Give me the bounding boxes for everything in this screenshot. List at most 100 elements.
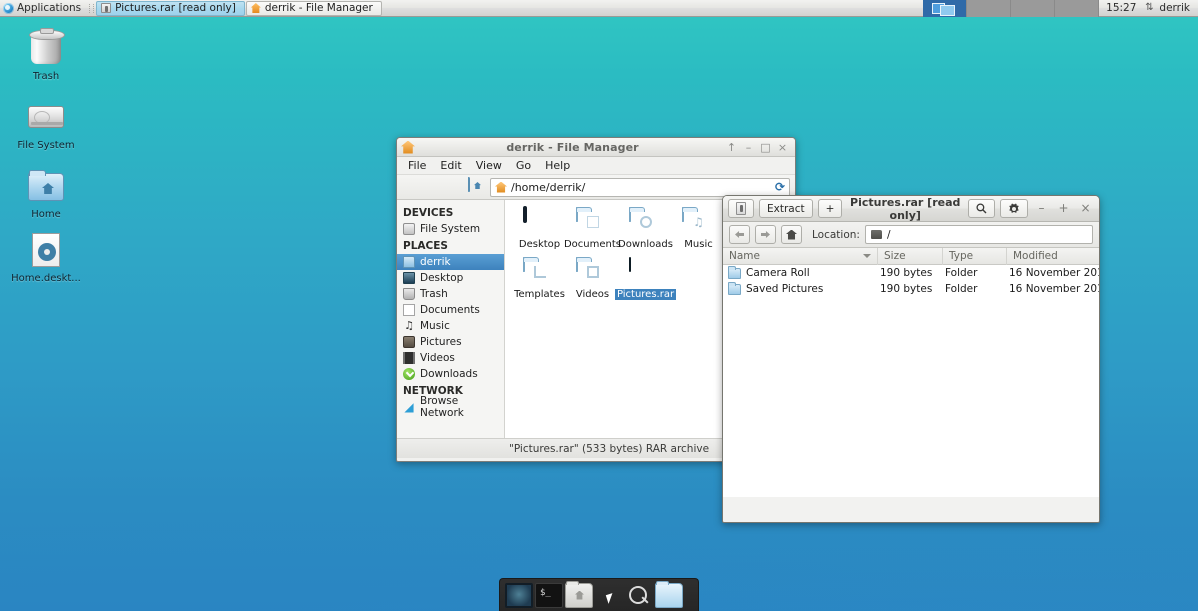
column-header-modified[interactable]: Modified: [1007, 248, 1099, 265]
home-button[interactable]: [781, 225, 802, 244]
row-modified-cell: 16 November 2018,...: [1007, 281, 1099, 297]
music-note-icon: ♫: [403, 320, 415, 332]
file-item-downloads[interactable]: Downloads: [619, 208, 672, 250]
xfce-mouse-icon: [3, 3, 14, 14]
applications-menu-button[interactable]: Applications: [0, 0, 87, 17]
file-item-documents[interactable]: Documents: [566, 208, 619, 250]
file-manager-titlebar[interactable]: derrik - File Manager ↑ – □ ×: [397, 138, 795, 157]
sidebar-item-videos[interactable]: Videos: [397, 350, 504, 366]
menu-go[interactable]: Go: [509, 157, 538, 175]
extract-button[interactable]: Extract: [759, 199, 813, 218]
clock[interactable]: 15:27: [1099, 2, 1143, 14]
camera-icon: [403, 336, 415, 348]
close-button[interactable]: ×: [777, 142, 788, 153]
file-item-videos[interactable]: Videos: [566, 258, 619, 300]
dock-item-file-manager[interactable]: [655, 583, 683, 608]
search-button[interactable]: [968, 199, 995, 218]
film-icon: [403, 352, 415, 364]
panel-handle[interactable]: [89, 4, 94, 13]
home-button[interactable]: [468, 178, 486, 196]
taskbar-item-label: Pictures.rar [read only]: [115, 2, 236, 14]
minimize-button[interactable]: –: [1033, 200, 1050, 217]
workspace-switcher[interactable]: [923, 0, 1099, 17]
desktop-icon-home[interactable]: Home: [0, 166, 92, 220]
archive-manager-toolbar: Location: /: [723, 222, 1099, 248]
home-icon: [401, 141, 415, 154]
row-modified-cell: 16 November 2018,...: [1007, 265, 1099, 281]
forward-button[interactable]: [424, 178, 442, 196]
dock-item-home-folder[interactable]: [565, 583, 593, 608]
close-button[interactable]: ×: [1077, 200, 1094, 217]
menu-file[interactable]: File: [401, 157, 433, 175]
table-row[interactable]: Camera Roll 190 bytes Folder 16 November…: [723, 265, 1099, 281]
reload-icon[interactable]: ⟳: [775, 180, 785, 194]
file-item-label: Music: [684, 239, 712, 250]
menu-button[interactable]: [1000, 199, 1028, 218]
taskbar-item-archive[interactable]: Pictures.rar [read only]: [96, 1, 245, 16]
file-item-label: Desktop: [519, 239, 560, 250]
archive-manager-window[interactable]: Extract + Pictures.rar [read only] – + ×: [722, 195, 1100, 523]
desktop-icon-home-desktop-file[interactable]: Home.deskt...: [0, 230, 92, 284]
file-item-label: Videos: [576, 289, 609, 300]
up-button[interactable]: [446, 178, 464, 196]
trash-icon: [403, 288, 415, 300]
sidebar-item-browse-network[interactable]: ◢ Browse Network: [397, 399, 504, 415]
workspace-1[interactable]: [923, 0, 967, 17]
music-folder-icon: ♫: [682, 208, 716, 236]
dock-item-show-desktop[interactable]: [505, 583, 533, 608]
shade-button[interactable]: ↑: [726, 142, 737, 153]
file-item-desktop[interactable]: Desktop: [513, 208, 566, 250]
desktop-icon-trash[interactable]: Trash: [0, 28, 92, 82]
sidebar-item-trash[interactable]: Trash: [397, 286, 504, 302]
desktop-icon-file-system[interactable]: File System: [0, 97, 92, 151]
column-header-name[interactable]: Name: [723, 248, 878, 265]
maximize-button[interactable]: □: [760, 142, 771, 153]
location-input[interactable]: /: [865, 225, 1093, 244]
dock-item-search[interactable]: [625, 583, 653, 608]
table-row[interactable]: Saved Pictures 190 bytes Folder 16 Novem…: [723, 281, 1099, 297]
sidebar-item-label: Desktop: [420, 272, 463, 284]
dock-item-terminal[interactable]: [535, 583, 563, 608]
archive-file-list[interactable]: Camera Roll 190 bytes Folder 16 November…: [723, 265, 1099, 497]
desktop-icon-label: Home.deskt...: [11, 273, 81, 284]
file-item-pictures-rar[interactable]: Pictures.rar: [619, 258, 672, 300]
arrow-right-icon: [761, 231, 770, 238]
taskbar-item-file-manager[interactable]: derrik - File Manager: [246, 1, 382, 16]
harddisk-icon: [403, 223, 415, 235]
workspace-2[interactable]: [967, 0, 1011, 17]
menu-help[interactable]: Help: [538, 157, 577, 175]
sidebar-item-label: Trash: [420, 288, 448, 300]
folder-icon: [871, 230, 882, 239]
archive-manager-headerbar[interactable]: Extract + Pictures.rar [read only] – + ×: [723, 196, 1099, 222]
workspace-3[interactable]: [1011, 0, 1055, 17]
add-files-button[interactable]: +: [818, 199, 843, 218]
column-header-size[interactable]: Size: [878, 248, 943, 265]
sidebar-item-downloads[interactable]: Downloads: [397, 366, 504, 382]
minimize-button[interactable]: –: [743, 142, 754, 153]
sidebar-item-derrik[interactable]: derrik: [397, 254, 504, 270]
home-icon: [786, 230, 797, 240]
sidebar-item-documents[interactable]: Documents: [397, 302, 504, 318]
menu-edit[interactable]: Edit: [433, 157, 468, 175]
row-name-label: Camera Roll: [746, 265, 810, 281]
file-item-music[interactable]: ♫ Music: [672, 208, 725, 250]
network-updown-icon[interactable]: ⇅: [1143, 2, 1155, 14]
file-manager-title: derrik - File Manager: [419, 141, 726, 154]
back-button[interactable]: [729, 225, 750, 244]
archive-info-button[interactable]: [728, 199, 754, 218]
sidebar-item-label: Documents: [420, 304, 480, 316]
menu-view[interactable]: View: [469, 157, 509, 175]
back-button[interactable]: [402, 178, 420, 196]
column-header-type[interactable]: Type: [943, 248, 1007, 265]
sidebar-item-desktop[interactable]: Desktop: [397, 270, 504, 286]
sidebar-item-file-system[interactable]: File System: [397, 221, 504, 237]
maximize-button[interactable]: +: [1055, 200, 1072, 217]
path-entry[interactable]: /home/derrik/ ⟳: [490, 178, 790, 197]
dock-item-web-browser[interactable]: [595, 583, 623, 608]
sidebar-item-pictures[interactable]: Pictures: [397, 334, 504, 350]
sidebar-item-music[interactable]: ♫ Music: [397, 318, 504, 334]
workspace-4[interactable]: [1055, 0, 1099, 17]
user-menu-label[interactable]: derrik: [1159, 2, 1198, 14]
forward-button[interactable]: [755, 225, 776, 244]
file-item-templates[interactable]: Templates: [513, 258, 566, 300]
